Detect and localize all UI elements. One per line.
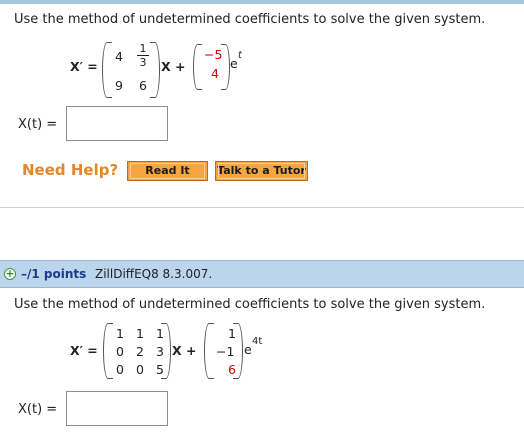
talk-to-tutor-button[interactable]: Talk to a Tutor bbox=[215, 161, 308, 181]
problem1-m12-num: 1 bbox=[139, 42, 147, 55]
need-help-label: Need Help? bbox=[22, 161, 119, 179]
problem1-m21: 9 bbox=[115, 78, 123, 93]
problem2-exp-base: e bbox=[244, 342, 252, 357]
problem2-m21: 0 bbox=[116, 344, 124, 359]
problem1-x-plus-text: X + bbox=[161, 59, 186, 74]
problem2-m12: 1 bbox=[136, 326, 144, 341]
plus-circle-icon[interactable]: + bbox=[4, 268, 16, 280]
problem2-lhs: X′ = bbox=[70, 343, 98, 358]
problem1-matrix-right-paren bbox=[150, 42, 160, 98]
top-rule bbox=[0, 0, 524, 4]
problem1-vector-left-paren bbox=[193, 44, 202, 90]
problem1-instruction: Use the method of undetermined coefficie… bbox=[14, 12, 486, 27]
problem1-lhs: X′ = bbox=[70, 59, 98, 74]
read-it-button[interactable]: Read It bbox=[127, 161, 208, 181]
problem2-points: –/1 points bbox=[21, 267, 87, 281]
problem2-answer-label: X(t) = bbox=[18, 402, 58, 417]
problem2-id: ZillDiffEQ8 8.3.007. bbox=[95, 267, 213, 281]
problem1-exp-base: e bbox=[230, 56, 238, 71]
problem2-header-bar: + –/1 points ZillDiffEQ8 8.3.007. bbox=[0, 260, 524, 288]
problem2-answer-input[interactable] bbox=[66, 391, 168, 426]
problem2-matrix-right-paren bbox=[161, 323, 171, 379]
problem1-m11: 4 bbox=[115, 49, 123, 64]
problem2-matrix-left-paren bbox=[103, 323, 113, 379]
problem1-vector-right-paren bbox=[221, 44, 230, 90]
problem2-m11: 1 bbox=[116, 326, 124, 341]
problem1-m12-fraction: 1 3 bbox=[137, 43, 149, 68]
problem1-answer-input[interactable] bbox=[66, 106, 168, 141]
problem2-x-plus: X + bbox=[172, 343, 196, 358]
problem2-vector-right-paren bbox=[233, 323, 243, 379]
problem1-m12-den: 3 bbox=[139, 56, 147, 69]
problem1-answer-label: X(t) = bbox=[18, 117, 58, 132]
problem2-vector-left-paren bbox=[204, 323, 214, 379]
problem2-instruction: Use the method of undetermined coefficie… bbox=[14, 297, 486, 312]
section-divider bbox=[0, 207, 524, 208]
problem2-v2: −1 bbox=[216, 344, 235, 359]
problem2-m22: 2 bbox=[136, 344, 144, 359]
problem1-v1: −5 bbox=[204, 47, 223, 62]
problem2-m31: 0 bbox=[116, 362, 124, 377]
problem1-matrix-left-paren bbox=[102, 42, 112, 98]
problem1-x-plus: X + bbox=[161, 59, 185, 74]
problem2-m32: 0 bbox=[136, 362, 144, 377]
problem2-x-plus-text: X + bbox=[172, 343, 197, 358]
problem1-exp-power: t bbox=[238, 50, 242, 61]
problem1-v2: 4 bbox=[211, 66, 219, 81]
problem1-m22: 6 bbox=[139, 78, 147, 93]
problem2-exp-power: 4t bbox=[252, 336, 263, 347]
